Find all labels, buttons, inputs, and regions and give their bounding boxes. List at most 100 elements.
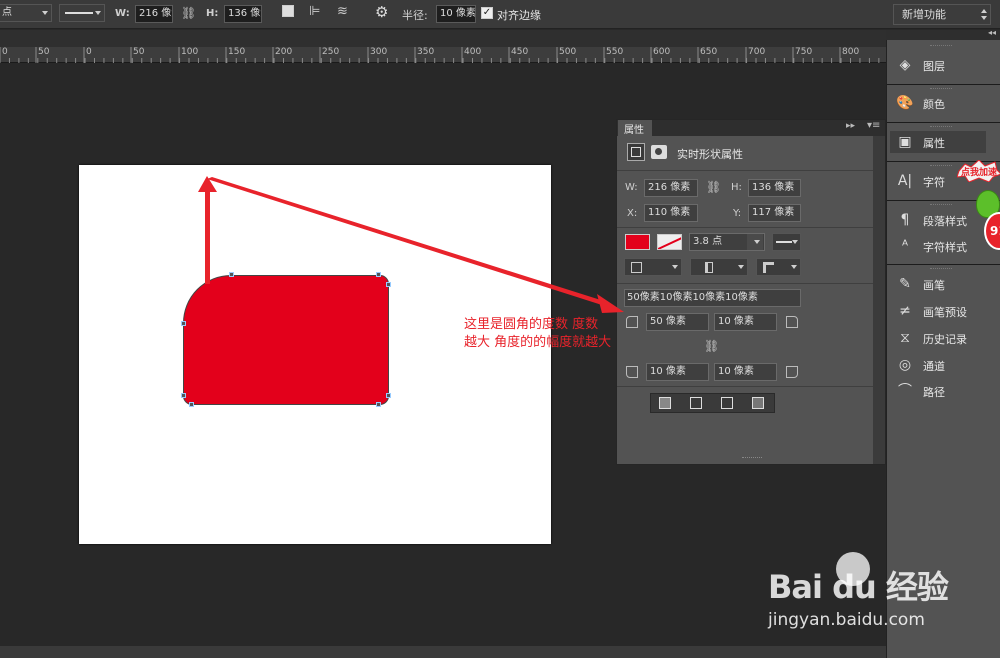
dock-item-4[interactable]: ¶ 段落样式 [890,209,986,231]
radius-all-input[interactable]: 50像素10像素10像素10像素 [624,289,801,307]
dock-item-8[interactable]: ⧖ 历史记录 [890,327,986,349]
dock-grip[interactable] [930,268,952,270]
dock-item-1[interactable]: 🎨 颜色 [890,92,986,114]
path-arrangement-icon[interactable]: ≋ [337,4,348,19]
radius-tr-input[interactable]: 10 像素 [714,313,777,331]
chevron-down-icon [738,265,744,269]
link-icon[interactable]: ⛓ [181,6,196,20]
y-input[interactable]: 117 像素 [748,204,801,222]
dock-item-5[interactable]: ᴬ 字符样式 [890,235,986,257]
anchor-point[interactable] [386,393,391,398]
radius-bl-input[interactable]: 10 像素 [646,363,709,381]
dock-item-label: 图层 [923,60,945,73]
dock-item-label: 历史记录 [923,333,967,346]
intersect-shapes-icon[interactable] [721,397,733,409]
stroke-color-swatch[interactable] [657,234,682,250]
subtract-shape-icon[interactable] [690,397,702,409]
dock-item-9[interactable]: ◎ 通道 [890,354,986,376]
chevron-down-icon [792,240,798,244]
dock-item-label: 路径 [923,386,945,399]
combine-shapes-icon[interactable] [659,397,671,409]
promo-bubble-text: 点我加速 [961,168,998,178]
radius-tl-input[interactable]: 50 像素 [646,313,709,331]
dock-grip[interactable] [930,204,952,206]
collapse-icon[interactable]: ◂◂ [988,28,996,37]
dock-grip[interactable] [930,126,952,128]
align-edges-checkbox[interactable]: ✓ [481,7,493,19]
promo-bubble[interactable]: 点我加速 [956,159,1000,183]
layers-icon: ◈ [899,57,911,73]
w-input[interactable]: 216 像素 [644,179,698,197]
anchor-point[interactable] [189,402,194,407]
anchor-point[interactable] [229,272,234,277]
mask-icon[interactable] [651,145,667,159]
stroke-width-input[interactable]: 3.8 点 [689,233,765,251]
workspace-select[interactable]: 新增功能 [893,4,991,25]
dock-item-10[interactable]: ⌒ 路径 [890,380,986,402]
dock-grip[interactable] [930,165,952,167]
stroke-caps-icon [705,262,713,273]
w-label: W: [625,182,638,193]
ruler-tick-label: 350 [417,47,435,57]
dock-item-label: 段落样式 [923,215,967,228]
paw-icon [836,552,870,586]
fill-color-swatch[interactable] [625,234,650,250]
stroke-type-select[interactable] [59,4,105,22]
anchor-point[interactable] [181,393,186,398]
tab-properties[interactable]: 属性 [618,120,652,136]
dock-divider [887,84,1000,85]
shape-properties-icon[interactable] [627,143,645,161]
path-alignment-icon[interactable]: ⊫ [309,4,320,19]
corner-bl-icon[interactable] [626,366,638,378]
link-radii-icon[interactable]: ⛓ [704,339,719,353]
dock-item-label: 颜色 [923,98,945,111]
exclude-overlap-icon[interactable] [752,397,764,409]
h-input[interactable]: 136 像素 [748,179,801,197]
watermark-url: jingyan.baidu.com [768,610,925,630]
chevron-down-icon [754,240,760,244]
mode-select[interactable]: 点 [0,4,52,22]
dock-item-0[interactable]: ◈ 图层 [890,54,986,76]
h-input[interactable]: 136 像素 [224,5,262,23]
gear-icon[interactable]: ⚙ [375,3,388,21]
properties-icon: ▣ [898,134,912,150]
canvas-horizontal-scrollbar[interactable] [0,646,886,658]
dock-item-7[interactable]: ≠ 画笔预设 [890,300,986,322]
collapse-icon[interactable]: ▸▸ [846,121,855,131]
anchor-point[interactable] [376,402,381,407]
corner-br-icon[interactable] [786,366,798,378]
radius-br-input[interactable]: 10 像素 [714,363,777,381]
anchor-point[interactable] [386,282,391,287]
link-icon[interactable]: ⛓ [706,180,721,194]
panel-menu-icon[interactable]: ▾≡ [867,120,880,131]
corner-tl-icon[interactable] [626,316,638,328]
stroke-type-select[interactable] [772,233,801,251]
dock-item-2[interactable]: ▣ 属性 [890,131,986,153]
dock-item-6[interactable]: ✎ 画笔 [890,273,986,295]
stroke-corners-select[interactable] [756,258,801,276]
align-edges-label: 对齐边缘 [497,9,541,22]
annotation-line-2: 越大 角度的的幅度就越大 [464,335,612,350]
dock-grip[interactable] [930,88,952,90]
dock-item-label: 字符 [923,176,945,189]
x-input[interactable]: 110 像素 [644,204,698,222]
stroke-caps-select[interactable] [690,258,748,276]
panel-resize-grip[interactable] [742,457,762,460]
anchor-point[interactable] [376,272,381,277]
corner-tr-icon[interactable] [786,316,798,328]
radius-input[interactable]: 10 像素 [436,5,476,23]
panel-scrollbar[interactable] [873,136,885,464]
divider [617,386,873,387]
speed-badge-number: 91 [990,224,1000,238]
dock-divider [887,122,1000,123]
path-operations-icon[interactable] [282,5,294,17]
anchor-point[interactable] [181,321,186,326]
paragraph-styles-icon: ¶ [900,212,910,228]
history-icon: ⧖ [900,330,910,346]
baidu-watermark: Bai du 经验 jingyan.baidu.com [766,552,966,640]
channels-icon: ◎ [898,357,912,373]
w-input[interactable]: 216 像素 [135,5,173,23]
rounded-rectangle-shape[interactable] [183,275,389,405]
ruler-tick-label: 200 [275,47,293,57]
stroke-align-select[interactable] [624,258,682,276]
